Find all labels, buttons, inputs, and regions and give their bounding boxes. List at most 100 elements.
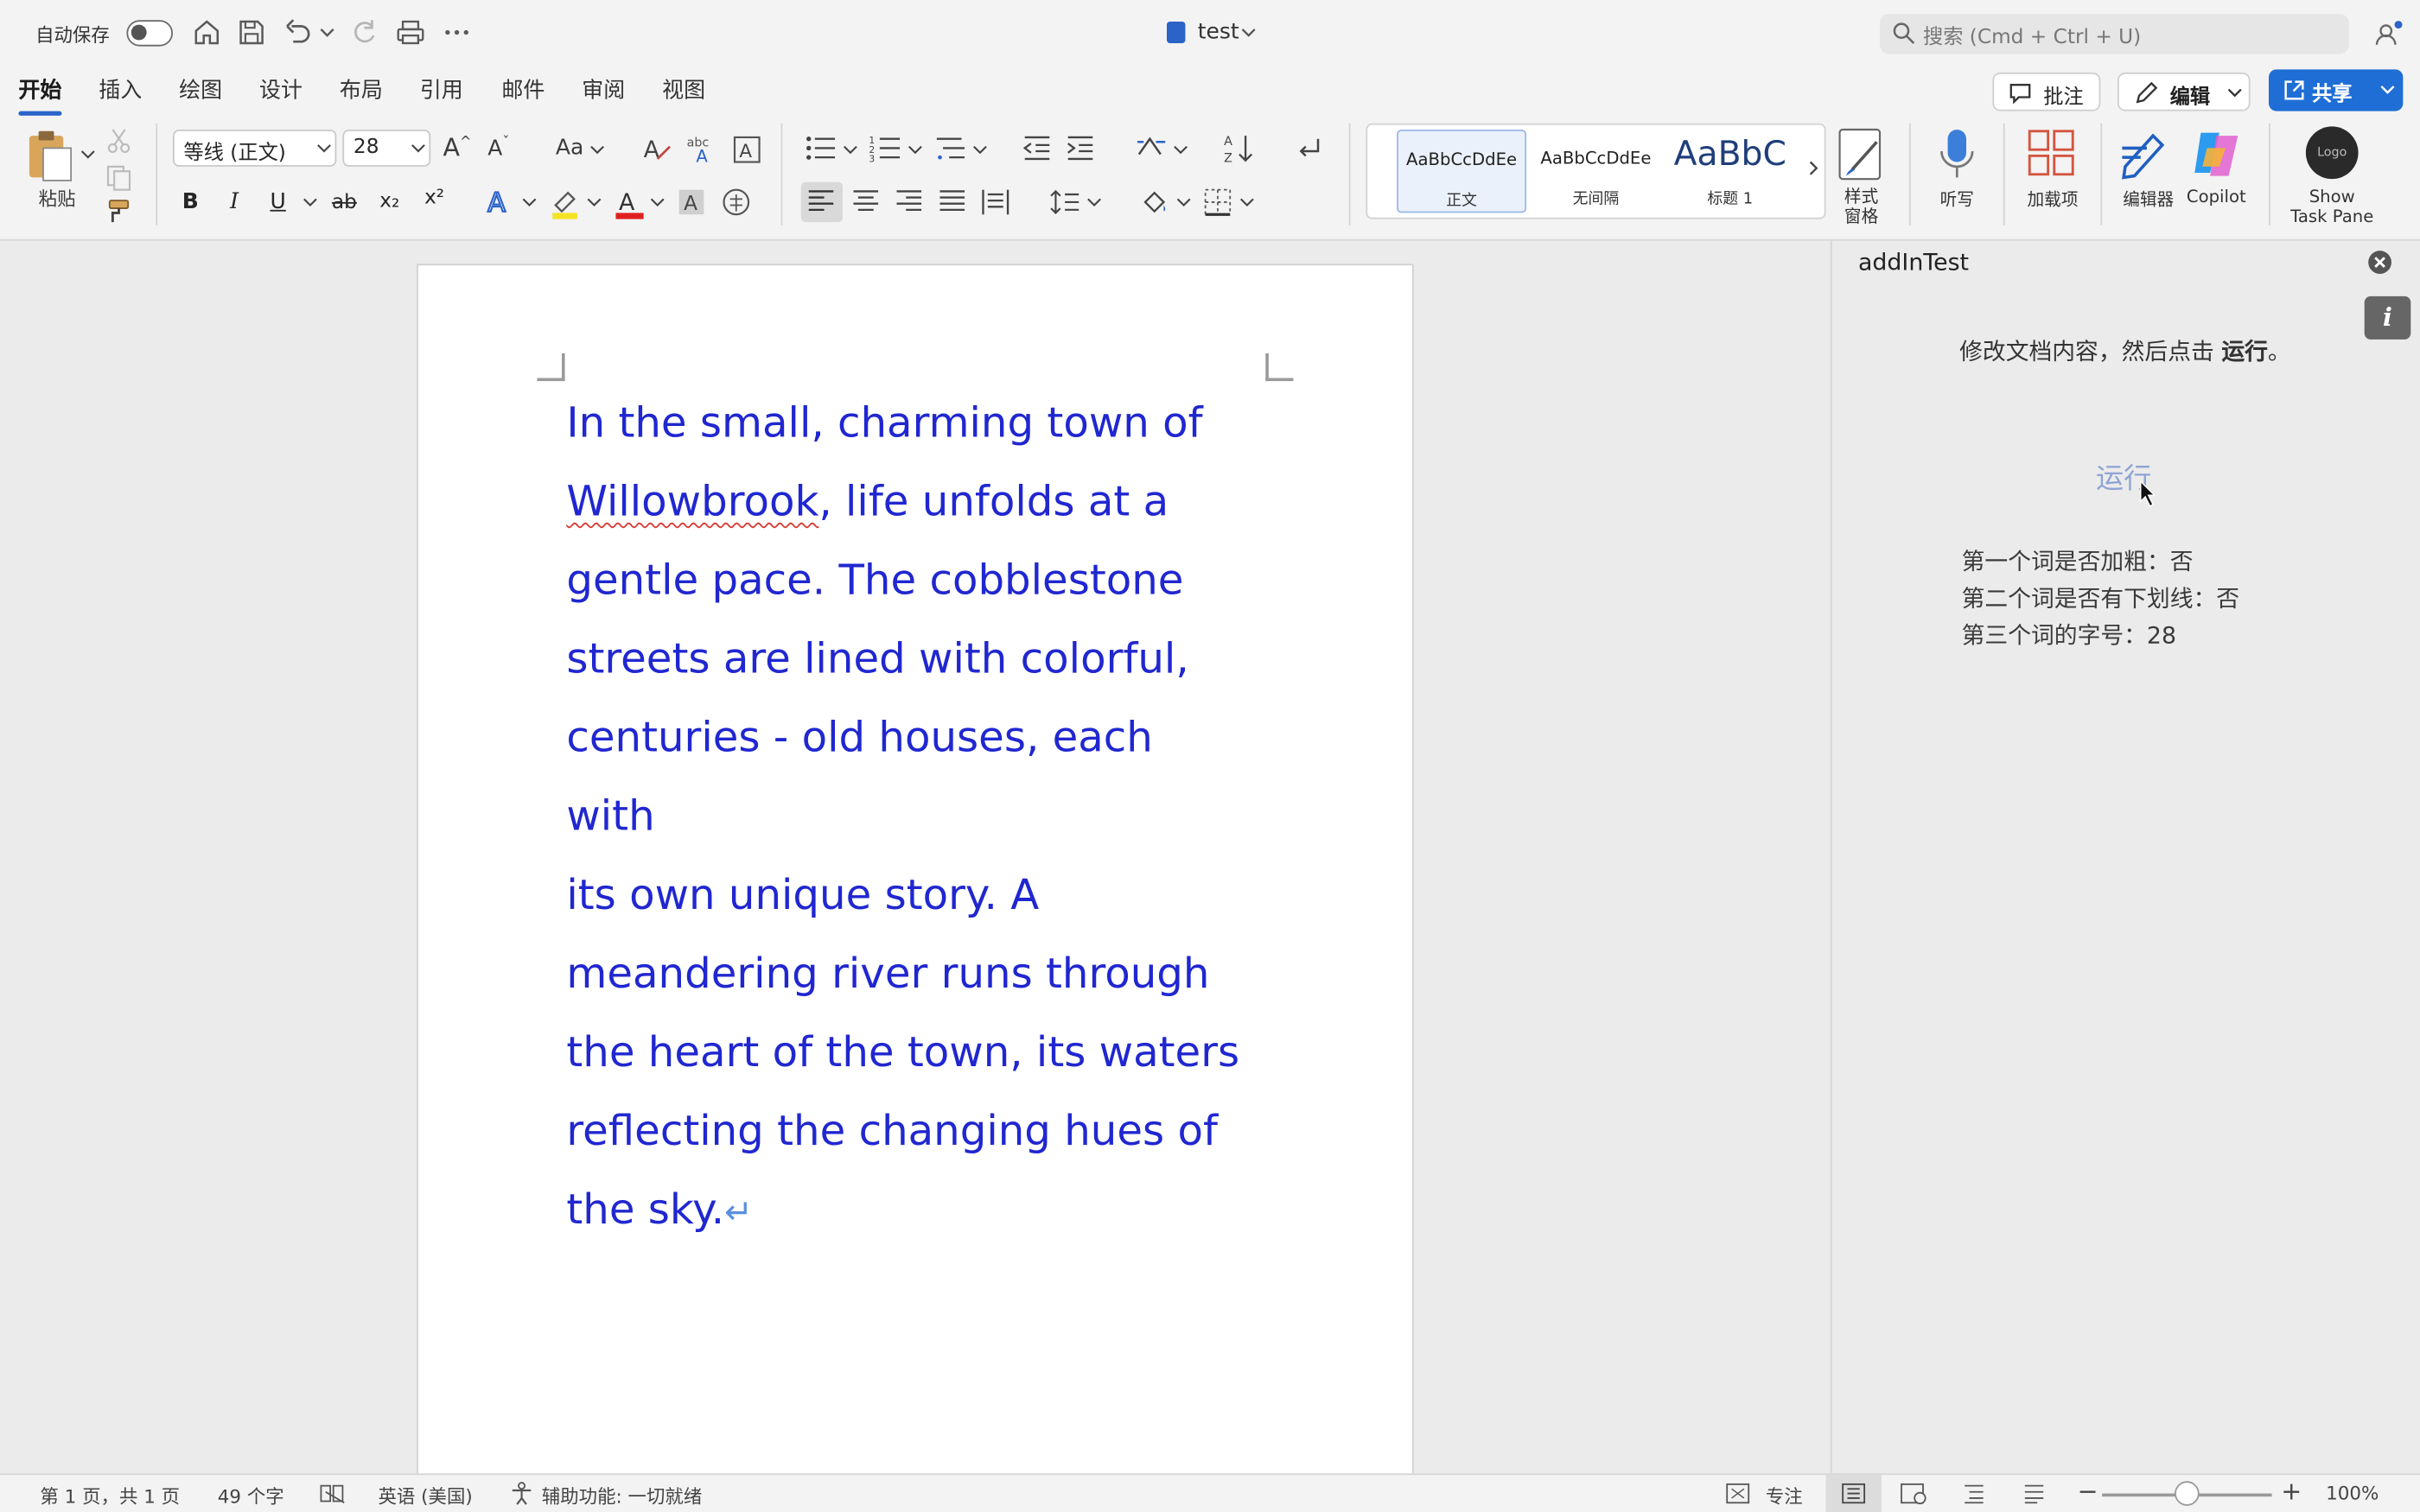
more-icon[interactable] xyxy=(442,17,473,48)
multilevel-list-icon[interactable] xyxy=(933,133,967,164)
focus-icon[interactable] xyxy=(1725,1483,1750,1504)
zoom-level[interactable]: 100% xyxy=(2326,1483,2379,1504)
editor-label[interactable]: 编辑器 xyxy=(2116,187,2181,212)
search-input[interactable]: 搜索 (Cmd + Ctrl + U) xyxy=(1880,14,2349,54)
decrease-indent-icon[interactable] xyxy=(1022,133,1053,164)
info-icon[interactable]: i xyxy=(2364,295,2411,340)
font-color-icon[interactable]: A xyxy=(615,187,646,220)
align-right-icon[interactable] xyxy=(895,188,923,216)
borders-chevron-down-icon[interactable] xyxy=(1239,194,1255,210)
bold-button[interactable]: B xyxy=(182,190,199,215)
grow-font-icon[interactable]: A^ xyxy=(443,133,472,162)
proofing-icon[interactable] xyxy=(320,1483,347,1504)
undo-dropdown-icon[interactable] xyxy=(318,17,336,48)
redo-icon[interactable] xyxy=(349,17,380,48)
focus-label[interactable]: 专注 xyxy=(1766,1483,1803,1509)
numbering-icon[interactable]: 123 xyxy=(869,133,902,163)
bullets-icon[interactable] xyxy=(804,133,837,164)
home-icon[interactable] xyxy=(191,17,222,48)
justify-icon[interactable] xyxy=(939,188,966,216)
underline-chevron-down-icon[interactable] xyxy=(302,194,318,210)
word-count[interactable]: 49 个字 xyxy=(218,1483,284,1509)
numbering-chevron-down-icon[interactable] xyxy=(908,142,923,157)
tab-draw[interactable]: 绘图 xyxy=(179,74,222,105)
web-layout-icon[interactable] xyxy=(1900,1483,1927,1505)
outline-view-icon[interactable] xyxy=(1962,1483,1987,1504)
text-effects-chevron-down-icon[interactable] xyxy=(522,194,538,210)
page-info[interactable]: 第 1 页，共 1 页 xyxy=(40,1483,180,1509)
styles-more-chevron-icon[interactable] xyxy=(1805,159,1821,177)
superscript-button[interactable]: x² xyxy=(424,187,444,210)
tab-home[interactable]: 开始 xyxy=(18,74,62,116)
character-shading-icon[interactable]: A xyxy=(678,188,705,216)
paste-chevron-down-icon[interactable] xyxy=(80,147,96,162)
borders-icon[interactable] xyxy=(1204,188,1232,216)
microphone-icon[interactable] xyxy=(1937,128,1977,183)
print-layout-view-button[interactable] xyxy=(1825,1475,1882,1512)
format-painter-icon[interactable] xyxy=(105,198,132,226)
draft-view-icon[interactable] xyxy=(2022,1483,2047,1504)
highlight-icon[interactable] xyxy=(550,187,581,220)
align-left-button[interactable] xyxy=(800,181,843,223)
edit-mode-button[interactable]: 编辑 xyxy=(2118,72,2251,111)
tab-view[interactable]: 视图 xyxy=(662,74,705,105)
accessibility-icon[interactable] xyxy=(509,1481,534,1506)
font-size-select[interactable]: 28 xyxy=(342,130,431,167)
dictate-label[interactable]: 听写 xyxy=(1929,187,1984,212)
asian-layout-chevron-down-icon[interactable] xyxy=(1173,142,1188,157)
asian-layout-icon[interactable] xyxy=(1135,133,1169,164)
change-case-button[interactable]: Aa xyxy=(556,136,583,161)
paste-icon[interactable] xyxy=(25,128,78,183)
account-icon[interactable] xyxy=(2373,18,2404,49)
autosave-toggle[interactable] xyxy=(126,20,173,47)
styles-pane-icon[interactable] xyxy=(1837,126,1889,185)
style-normal[interactable]: AaBbCcDdEe 正文 xyxy=(1397,130,1527,213)
undo-icon[interactable] xyxy=(283,17,314,48)
multilevel-chevron-down-icon[interactable] xyxy=(972,142,988,157)
text-box-icon[interactable]: A xyxy=(731,134,762,165)
underline-button[interactable]: U xyxy=(271,190,286,215)
subscript-button[interactable]: x₂ xyxy=(379,190,399,213)
text-effects-icon[interactable]: A xyxy=(487,187,514,218)
save-icon[interactable] xyxy=(236,17,267,48)
zoom-slider-thumb[interactable] xyxy=(2175,1481,2200,1506)
line-spacing-icon[interactable] xyxy=(1049,188,1080,216)
tab-design[interactable]: 设计 xyxy=(259,74,302,105)
distributed-icon[interactable] xyxy=(982,188,1009,216)
copilot-icon[interactable] xyxy=(2188,126,2244,181)
font-color-chevron-down-icon[interactable] xyxy=(650,194,666,210)
sort-icon[interactable]: AZ xyxy=(1222,131,1256,165)
zoom-in-button[interactable]: + xyxy=(2281,1477,2302,1506)
share-button[interactable]: 共享 xyxy=(2269,69,2404,111)
run-button[interactable]: 运行 xyxy=(2062,457,2186,497)
add-ins-icon[interactable] xyxy=(2027,128,2076,177)
styles-pane-label[interactable]: 样式 窗格 xyxy=(1837,187,1886,226)
add-ins-label[interactable]: 加载项 xyxy=(2019,187,2087,212)
doc-title[interactable]: test xyxy=(1198,20,1239,45)
style-heading-1[interactable]: AaBbC 标题 1 xyxy=(1665,130,1795,213)
language[interactable]: 英语 (美国) xyxy=(379,1483,473,1509)
tab-layout[interactable]: 布局 xyxy=(340,74,383,105)
case-chevron-down-icon[interactable] xyxy=(589,142,605,157)
comment-button[interactable]: 批注 xyxy=(1992,72,2101,111)
highlight-chevron-down-icon[interactable] xyxy=(587,194,602,210)
font-name-select[interactable]: 等线 (正文) xyxy=(173,130,337,167)
strikethrough-button[interactable]: ab xyxy=(332,191,357,214)
accessibility-status[interactable]: 辅助功能: 一切就绪 xyxy=(542,1483,702,1509)
italic-button[interactable]: I xyxy=(230,190,239,215)
zoom-out-button[interactable]: − xyxy=(2078,1477,2098,1506)
increase-indent-icon[interactable] xyxy=(1065,133,1096,164)
editor-icon[interactable] xyxy=(2119,126,2175,181)
clear-formatting-icon[interactable]: A xyxy=(642,134,673,165)
show-formatting-marks-icon[interactable] xyxy=(1293,133,1324,164)
tab-mailings[interactable]: 邮件 xyxy=(501,74,544,105)
addin-logo[interactable]: Logo xyxy=(2305,126,2359,180)
copilot-label[interactable]: Copilot xyxy=(2182,187,2251,206)
cut-icon[interactable] xyxy=(105,126,132,154)
misspelled-word[interactable]: Willowbrook xyxy=(566,479,818,526)
shading-icon[interactable] xyxy=(1139,187,1170,218)
document-body[interactable]: In the small, charming town of Willowbro… xyxy=(566,384,1245,1253)
line-spacing-chevron-down-icon[interactable] xyxy=(1086,194,1102,210)
align-center-icon[interactable] xyxy=(852,188,880,216)
show-task-pane-label[interactable]: Show Task Pane xyxy=(2281,187,2383,226)
